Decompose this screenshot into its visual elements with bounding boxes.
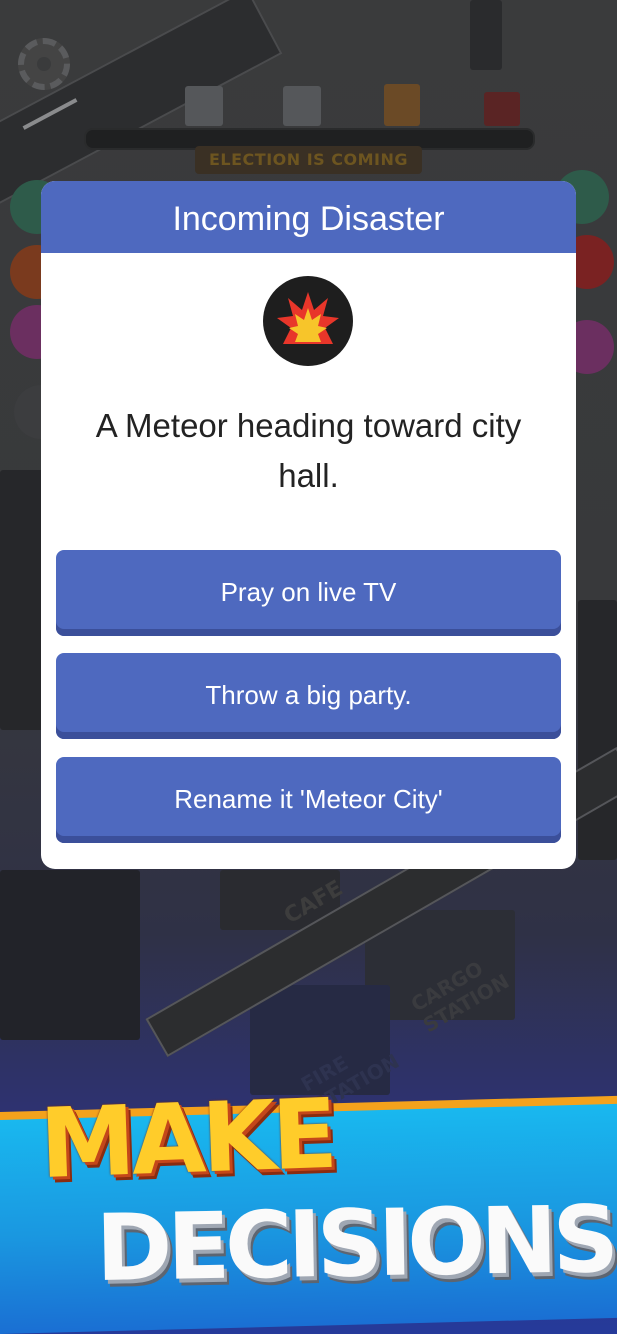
promo-headline-make: MAKE [38, 1077, 336, 1200]
election-banner: ELECTION IS COMING [195, 146, 422, 174]
disaster-dialog: Incoming Disaster A Meteor heading towar… [41, 181, 576, 869]
choice-button-party[interactable]: Throw a big party. [56, 653, 561, 739]
building [384, 84, 420, 126]
building [484, 92, 520, 126]
choice-button-pray[interactable]: Pray on live TV [56, 550, 561, 636]
disaster-message: A Meteor heading toward city hall. [95, 407, 522, 494]
runway [0, 0, 283, 206]
explosion-icon [263, 276, 353, 366]
promo-headline-decisions: DECISIONS [95, 1185, 615, 1302]
choice-button-rename[interactable]: Rename it 'Meteor City' [56, 757, 561, 843]
gear-icon[interactable] [18, 38, 70, 90]
tower-building [470, 0, 502, 70]
dialog-title: Incoming Disaster [41, 181, 576, 253]
building [0, 870, 140, 1040]
building [578, 600, 617, 860]
building [283, 86, 321, 126]
building [185, 86, 223, 126]
building [0, 470, 45, 730]
